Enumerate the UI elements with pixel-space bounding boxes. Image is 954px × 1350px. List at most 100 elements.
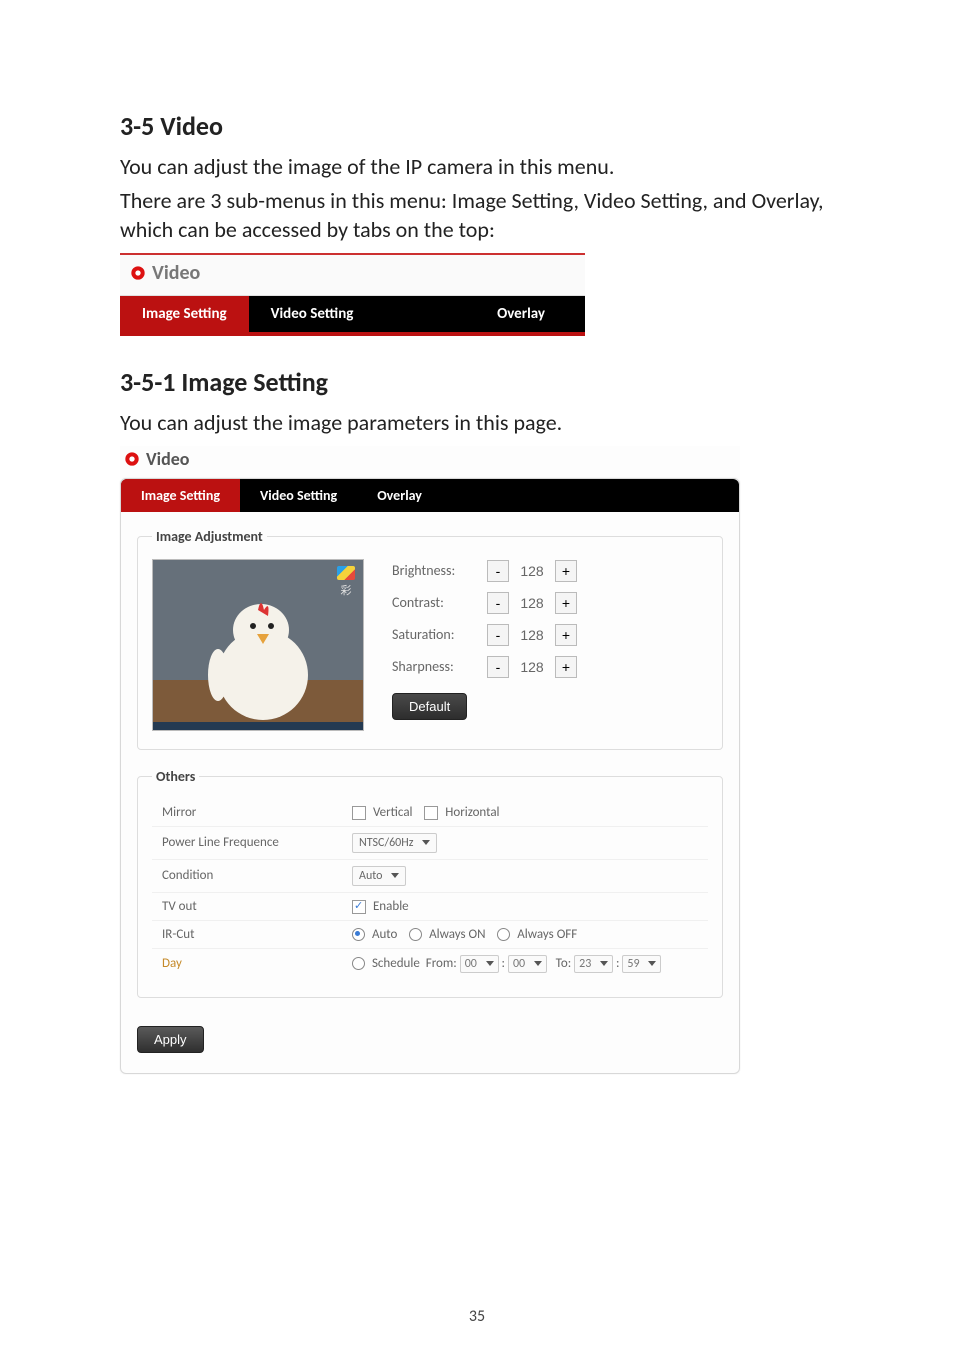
- condition-label: Condition: [152, 859, 342, 892]
- ircut-always-off-radio[interactable]: [497, 928, 510, 941]
- active-tab-underline: [120, 332, 585, 336]
- schedule-to-hour[interactable]: 23: [574, 955, 613, 973]
- ircut-always-off-label: Always OFF: [517, 927, 577, 942]
- contrast-plus[interactable]: +: [555, 592, 577, 614]
- brightness-row: Brightness: - +: [392, 559, 708, 583]
- image-setting-panel: Image Setting Video Setting Overlay Imag…: [120, 478, 740, 1074]
- saturation-value: [509, 623, 555, 647]
- ircut-always-on-label: Always ON: [429, 927, 485, 942]
- ircut-always-on-radio[interactable]: [409, 928, 422, 941]
- others-table: Mirror Vertical Horizontal Power Line Fr…: [152, 799, 708, 979]
- schedule-radio[interactable]: [352, 957, 365, 970]
- tab-image-setting[interactable]: Image Setting: [120, 296, 249, 332]
- schedule-to-label: To:: [556, 956, 572, 971]
- brightness-minus[interactable]: -: [487, 560, 509, 582]
- schedule-from-hour[interactable]: 00: [460, 955, 499, 973]
- plf-value: NTSC/60Hz: [359, 836, 413, 850]
- color-mode-icon[interactable]: 彩: [337, 566, 355, 598]
- schedule-from-min[interactable]: 00: [508, 955, 547, 973]
- condition-select[interactable]: Auto: [352, 866, 406, 886]
- ircut-label: IR-Cut: [152, 920, 342, 948]
- para-3-5-a: You can adjust the image of the IP camer…: [120, 152, 834, 182]
- chevron-down-icon: [486, 961, 494, 966]
- chevron-down-icon: [600, 961, 608, 966]
- heading-3-5: 3-5 Video: [120, 110, 834, 142]
- others-group: Others Mirror Vertical Horizontal: [137, 768, 723, 998]
- ircut-auto-label: Auto: [372, 927, 397, 942]
- schedule-from-hour-value: 00: [465, 957, 477, 971]
- tabbar-2: Image Setting Video Setting Overlay: [121, 479, 739, 512]
- mirror-label: Mirror: [152, 799, 342, 827]
- schedule-from-label: From:: [426, 956, 457, 971]
- video-logo-icon: [124, 451, 140, 467]
- mirror-vertical-checkbox[interactable]: [352, 806, 366, 820]
- ircut-row: IR-Cut Auto Always ON Always OFF: [152, 920, 708, 948]
- video-panel-title: Video: [146, 448, 189, 470]
- schedule-label: Schedule: [372, 956, 420, 971]
- saturation-label: Saturation:: [392, 626, 487, 643]
- tvout-row: TV out Enable: [152, 892, 708, 920]
- default-button[interactable]: Default: [392, 693, 467, 720]
- chevron-down-icon: [422, 840, 430, 845]
- video-panel-title-row-2: Video: [120, 446, 740, 478]
- schedule-from-min-value: 00: [513, 957, 525, 971]
- sharpness-minus[interactable]: -: [487, 656, 509, 678]
- video-logo-icon: [130, 265, 146, 281]
- plf-label: Power Line Frequence: [152, 826, 342, 859]
- brightness-plus[interactable]: +: [555, 560, 577, 582]
- apply-button[interactable]: Apply: [137, 1026, 204, 1053]
- day-label: Day: [152, 948, 342, 979]
- ircut-auto-radio[interactable]: [352, 928, 365, 941]
- contrast-value: [509, 591, 555, 615]
- tvout-enable-label: Enable: [373, 899, 409, 914]
- condition-row: Condition Auto: [152, 859, 708, 892]
- sharpness-plus[interactable]: +: [555, 656, 577, 678]
- schedule-to-min-value: 59: [627, 957, 639, 971]
- page-number: 35: [0, 1307, 954, 1326]
- saturation-row: Saturation: - +: [392, 623, 708, 647]
- tab-image-setting[interactable]: Image Setting: [121, 479, 240, 512]
- tvout-checkbox[interactable]: [352, 900, 366, 914]
- day-row: Day Schedule From: 00 : 00: [152, 948, 708, 979]
- camera-preview: 彩: [152, 559, 364, 731]
- palette-icon: [337, 566, 355, 580]
- video-panel-title: Video: [152, 261, 200, 285]
- mirror-horizontal-label: Horizontal: [445, 805, 499, 820]
- para-3-5-1: You can adjust the image parameters in t…: [120, 408, 834, 438]
- sharpness-row: Sharpness: - +: [392, 655, 708, 679]
- tabbar-1: Image Setting Video Setting Overlay: [120, 296, 585, 332]
- tab-overlay[interactable]: Overlay: [357, 479, 442, 512]
- tab-overlay[interactable]: Overlay: [475, 296, 585, 332]
- saturation-minus[interactable]: -: [487, 624, 509, 646]
- plf-select[interactable]: NTSC/60Hz: [352, 833, 437, 853]
- image-adjustment-group: Image Adjustment: [137, 528, 723, 750]
- condition-value: Auto: [359, 869, 382, 883]
- plf-row: Power Line Frequence NTSC/60Hz: [152, 826, 708, 859]
- schedule-to-min[interactable]: 59: [622, 955, 661, 973]
- tvout-label: TV out: [152, 892, 342, 920]
- others-legend: Others: [152, 768, 199, 785]
- video-tabs-figure-1: Video Image Setting Video Setting Overla…: [120, 253, 585, 336]
- sharpness-value: [509, 655, 555, 679]
- para-3-5-b: There are 3 sub-menus in this menu: Imag…: [120, 186, 834, 245]
- image-params: Brightness: - + Contrast: - + Satu: [392, 559, 708, 731]
- sharpness-label: Sharpness:: [392, 658, 487, 675]
- chevron-down-icon: [534, 961, 542, 966]
- brightness-value: [509, 559, 555, 583]
- contrast-minus[interactable]: -: [487, 592, 509, 614]
- saturation-plus[interactable]: +: [555, 624, 577, 646]
- schedule-to-hour-value: 23: [579, 957, 591, 971]
- video-panel-title-row: Video: [120, 255, 585, 296]
- image-adjustment-legend: Image Adjustment: [152, 528, 267, 545]
- color-mode-label: 彩: [341, 582, 352, 598]
- tab-video-setting[interactable]: Video Setting: [249, 296, 376, 332]
- heading-3-5-1: 3-5-1 Image Setting: [120, 366, 834, 398]
- brightness-label: Brightness:: [392, 562, 487, 579]
- tab-video-setting[interactable]: Video Setting: [240, 479, 357, 512]
- mirror-horizontal-checkbox[interactable]: [424, 806, 438, 820]
- contrast-label: Contrast:: [392, 594, 487, 611]
- chevron-down-icon: [391, 873, 399, 878]
- mirror-vertical-label: Vertical: [373, 805, 413, 820]
- mirror-row: Mirror Vertical Horizontal: [152, 799, 708, 827]
- image-setting-figure: Video Image Setting Video Setting Overla…: [120, 446, 740, 1074]
